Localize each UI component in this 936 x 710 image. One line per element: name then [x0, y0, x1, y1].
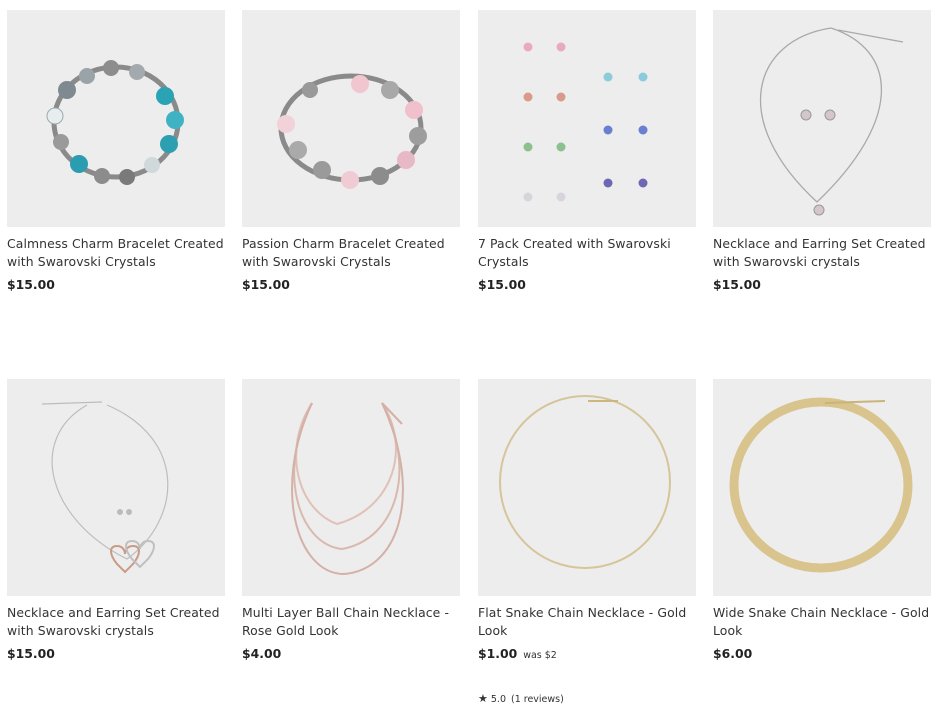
- product-price: $15.00: [7, 646, 55, 661]
- product-price: $6.00: [713, 646, 753, 661]
- product-card[interactable]: Passion Charm Bracelet Created with Swar…: [242, 10, 460, 292]
- product-title[interactable]: 7 Pack Created with Swarovski Crystals: [478, 235, 696, 271]
- product-image-flat-snake-chain[interactable]: [478, 379, 696, 596]
- product-card[interactable]: 7 Pack Created with Swarovski Crystals $…: [478, 10, 696, 292]
- product-title[interactable]: Multi Layer Ball Chain Necklace - Rose G…: [242, 604, 460, 640]
- product-card[interactable]: Necklace and Earring Set Created with Sw…: [713, 10, 931, 292]
- product-image-wide-snake-chain[interactable]: [713, 379, 931, 596]
- rating-value: 5.0: [490, 694, 506, 705]
- product-card[interactable]: Multi Layer Ball Chain Necklace - Rose G…: [242, 379, 460, 661]
- product-title[interactable]: Passion Charm Bracelet Created with Swar…: [242, 235, 460, 271]
- product-price-row: $1.00 was $2: [478, 646, 696, 661]
- product-image-calmness-bracelet[interactable]: [7, 10, 225, 227]
- product-image-passion-bracelet[interactable]: [242, 10, 460, 227]
- product-title[interactable]: Flat Snake Chain Necklace - Gold Look: [478, 604, 696, 640]
- product-price: $15.00: [478, 277, 526, 292]
- review-count[interactable]: (1 reviews): [511, 694, 564, 705]
- product-title[interactable]: Necklace and Earring Set Created with Sw…: [7, 604, 225, 640]
- product-image-necklace-earring-set[interactable]: [713, 10, 931, 227]
- product-card[interactable]: Necklace and Earring Set Created with Sw…: [7, 379, 225, 661]
- product-image-multi-layer-chain[interactable]: [242, 379, 460, 596]
- product-card[interactable]: Calmness Charm Bracelet Created with Swa…: [7, 10, 225, 292]
- product-image-heart-necklace-set[interactable]: [7, 379, 225, 596]
- product-title[interactable]: Necklace and Earring Set Created with Sw…: [713, 235, 931, 271]
- product-price: $15.00: [7, 277, 55, 292]
- product-title[interactable]: Calmness Charm Bracelet Created with Swa…: [7, 235, 225, 271]
- product-title[interactable]: Wide Snake Chain Necklace - Gold Look: [713, 604, 931, 640]
- was-price: was $2: [523, 650, 557, 661]
- product-price: $4.00: [242, 646, 282, 661]
- product-price: $15.00: [713, 277, 761, 292]
- product-card[interactable]: Flat Snake Chain Necklace - Gold Look $1…: [478, 379, 696, 661]
- product-price: $1.00: [478, 646, 518, 661]
- product-card[interactable]: Wide Snake Chain Necklace - Gold Look $6…: [713, 379, 931, 661]
- product-price: $15.00: [242, 277, 290, 292]
- product-rating[interactable]: ★ 5.0 (1 reviews): [478, 692, 564, 705]
- product-image-7-pack-earrings[interactable]: [478, 10, 696, 227]
- star-icon: ★: [478, 692, 488, 705]
